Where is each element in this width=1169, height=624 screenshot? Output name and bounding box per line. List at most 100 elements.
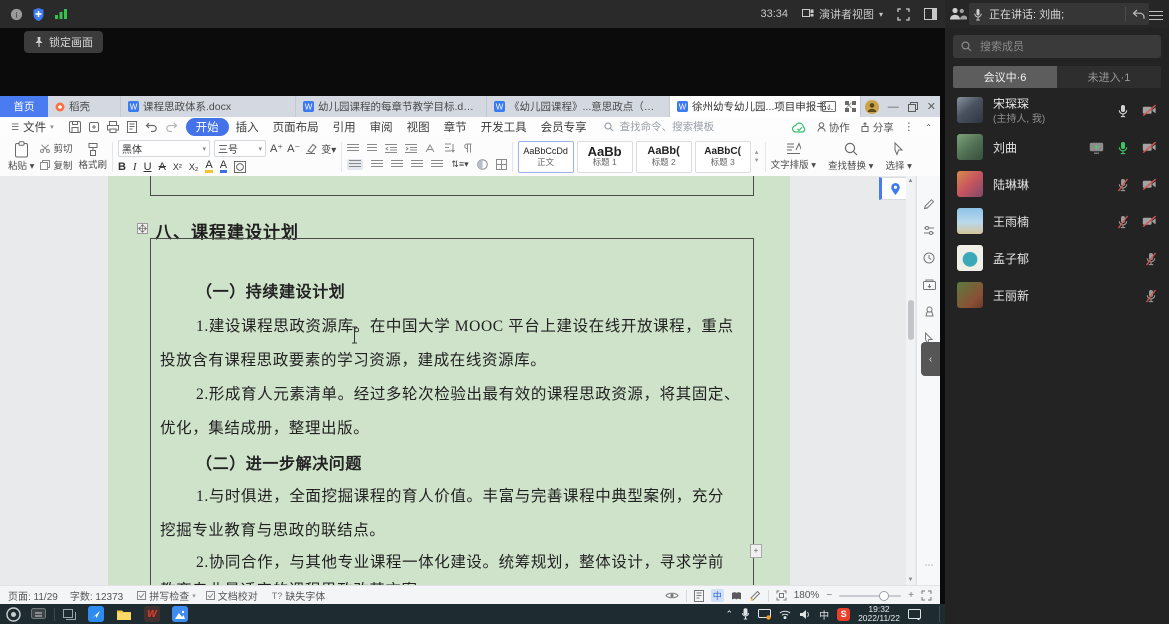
vertical-scrollbar[interactable]: ▲ ▼ — [906, 176, 915, 585]
style-heading3[interactable]: AaBbC( 标题 3 — [694, 140, 751, 173]
start-button[interactable] — [6, 606, 21, 622]
tab-document[interactable]: W 幼儿园课程的每章节教学目标.docx — [296, 96, 487, 117]
sidebar-menu-icon[interactable] — [1149, 8, 1163, 23]
menu-review[interactable]: 审阅 — [363, 118, 400, 136]
page-view-icon[interactable] — [693, 589, 704, 602]
sort-icon[interactable] — [444, 143, 456, 153]
zoom-level[interactable]: 180% — [794, 590, 820, 601]
enclosed-char-icon[interactable] — [234, 161, 247, 173]
shading-icon[interactable] — [476, 159, 488, 170]
scrollbar-thumb[interactable] — [907, 300, 914, 340]
asian-layout-icon[interactable] — [425, 143, 436, 153]
word-count[interactable]: 字数: 12373 — [70, 588, 123, 603]
menu-member[interactable]: 会员专享 — [534, 118, 594, 136]
scroll-down-icon[interactable]: ▼ — [907, 577, 914, 583]
participant-row[interactable]: 孟子郁 — [945, 240, 1169, 277]
highlighter-pen-icon[interactable] — [749, 590, 761, 602]
collapse-ribbon-icon[interactable]: ⌃ — [925, 123, 932, 132]
minimize-button[interactable]: — — [888, 101, 899, 113]
tab-home[interactable]: 首页 — [0, 96, 48, 117]
tab-document[interactable]: W 课程思政体系.docx — [121, 96, 296, 117]
participant-row[interactable]: 刘曲 — [945, 129, 1169, 166]
tab-not-joined[interactable]: 未进入·1 — [1057, 66, 1161, 88]
screen-sharing-icon[interactable] — [1089, 142, 1104, 154]
align-right-icon[interactable] — [391, 160, 404, 169]
reply-arrow-icon[interactable] — [1132, 9, 1145, 20]
file-explorer-icon[interactable] — [116, 608, 132, 621]
fit-page-icon[interactable] — [776, 590, 787, 601]
search-members-input[interactable] — [978, 39, 1153, 54]
borders-icon[interactable] — [495, 159, 507, 170]
bullet-list-icon[interactable] — [347, 143, 360, 153]
kebab-menu-icon[interactable]: ⋮ — [904, 121, 916, 133]
zoom-slider-knob[interactable] — [879, 591, 890, 601]
undo-icon[interactable] — [145, 122, 158, 132]
participant-row[interactable]: 王丽新 — [945, 277, 1169, 314]
mic-speaking-icon[interactable] — [1117, 141, 1129, 155]
cut-button[interactable]: 剪切 — [40, 141, 72, 155]
style-heading1[interactable]: AaBb 标题 1 — [576, 140, 633, 173]
menu-insert[interactable]: 插入 — [229, 118, 266, 136]
camera-off-icon[interactable] — [1142, 141, 1157, 154]
menu-view[interactable]: 视图 — [400, 118, 437, 136]
meeting-app-icon[interactable] — [88, 606, 104, 622]
participant-row[interactable]: 陆琳琳 — [945, 166, 1169, 203]
action-center-icon[interactable] — [908, 608, 921, 620]
tab-in-meeting[interactable]: 会议中·6 — [953, 66, 1057, 88]
menu-references[interactable]: 引用 — [326, 118, 363, 136]
increase-indent-icon[interactable] — [405, 143, 418, 153]
tray-clock[interactable]: 19:32 2022/11/22 — [858, 605, 900, 623]
wps-app-icon[interactable]: W — [144, 606, 160, 622]
tray-network-icon[interactable] — [779, 609, 791, 619]
font-name-select[interactable]: 黑体 ▾ — [117, 140, 210, 157]
menu-section[interactable]: 章节 — [437, 118, 474, 136]
camera-off-icon[interactable] — [1142, 178, 1157, 191]
styles-up-icon[interactable]: ▲ — [754, 150, 760, 156]
camera-off-icon[interactable] — [1142, 104, 1157, 117]
search-members-box[interactable] — [953, 35, 1161, 58]
save-icon[interactable] — [68, 121, 81, 133]
clear-format-icon[interactable] — [304, 143, 317, 154]
tab-docer[interactable]: 稻壳 — [48, 96, 121, 117]
align-center-icon[interactable] — [371, 160, 384, 169]
sogou-input-icon[interactable]: S — [837, 607, 851, 621]
styles-down-icon[interactable]: ▼ — [754, 158, 760, 164]
numbered-list-icon[interactable] — [367, 143, 378, 153]
close-window-button[interactable]: ✕ — [927, 100, 936, 113]
format-painter-button[interactable]: 格式刷 — [78, 142, 107, 171]
participant-row[interactable]: 王雨楠 — [945, 203, 1169, 240]
italic-button[interactable]: I — [133, 161, 137, 173]
style-normal[interactable]: AaBbCcDd 正文 — [517, 140, 574, 173]
increase-font-icon[interactable]: A⁺ — [270, 142, 283, 155]
strikethrough-button[interactable]: A — [159, 161, 166, 173]
find-replace-button[interactable]: 查找替换 ▾ — [828, 142, 873, 172]
tray-volume-icon[interactable] — [799, 609, 811, 620]
font-size-select[interactable]: 三号 ▾ — [213, 140, 266, 157]
scroll-up-icon[interactable]: ▲ — [907, 178, 914, 184]
tray-input-mode[interactable]: 中 — [819, 607, 829, 622]
participants-icon[interactable] — [949, 6, 967, 21]
read-mode-icon[interactable] — [731, 591, 742, 601]
document-canvas[interactable]: 八、课程建设计划 + （一）持续建设计划 1.建设课程思政资源库。在中国大学 M… — [0, 176, 940, 585]
avatar[interactable] — [864, 99, 879, 114]
split-screen-icon[interactable]: 4 — [821, 101, 836, 112]
export-doc-icon[interactable] — [917, 271, 940, 298]
zoom-out-button[interactable]: − — [826, 590, 832, 601]
menu-dev-tools[interactable]: 开发工具 — [474, 118, 534, 136]
subscript-button[interactable]: X₂ — [189, 162, 199, 172]
doc-proof-toggle[interactable]: 文档校对 — [205, 588, 258, 603]
zoom-in-button[interactable]: + — [908, 590, 914, 601]
panel-toggle-icon[interactable] — [924, 8, 937, 20]
spell-check-toggle[interactable]: 拼写检查 ▾ — [137, 588, 196, 603]
missing-font-button[interactable]: T? 缺失字体 — [272, 588, 326, 604]
justify-icon[interactable] — [411, 160, 424, 169]
fullscreen-icon[interactable] — [897, 7, 910, 21]
network-signal-icon[interactable] — [54, 8, 68, 20]
eye-protect-icon[interactable] — [665, 591, 679, 600]
collapse-panel-tab[interactable]: ‹ — [921, 342, 940, 376]
superscript-button[interactable]: X² — [173, 162, 182, 172]
preview-icon[interactable] — [126, 121, 138, 133]
table-handle[interactable]: + — [750, 544, 762, 558]
shield-icon[interactable] — [32, 7, 45, 22]
tab-document[interactable]: W 《幼儿园课程》...意思政点（改） — [487, 96, 670, 117]
